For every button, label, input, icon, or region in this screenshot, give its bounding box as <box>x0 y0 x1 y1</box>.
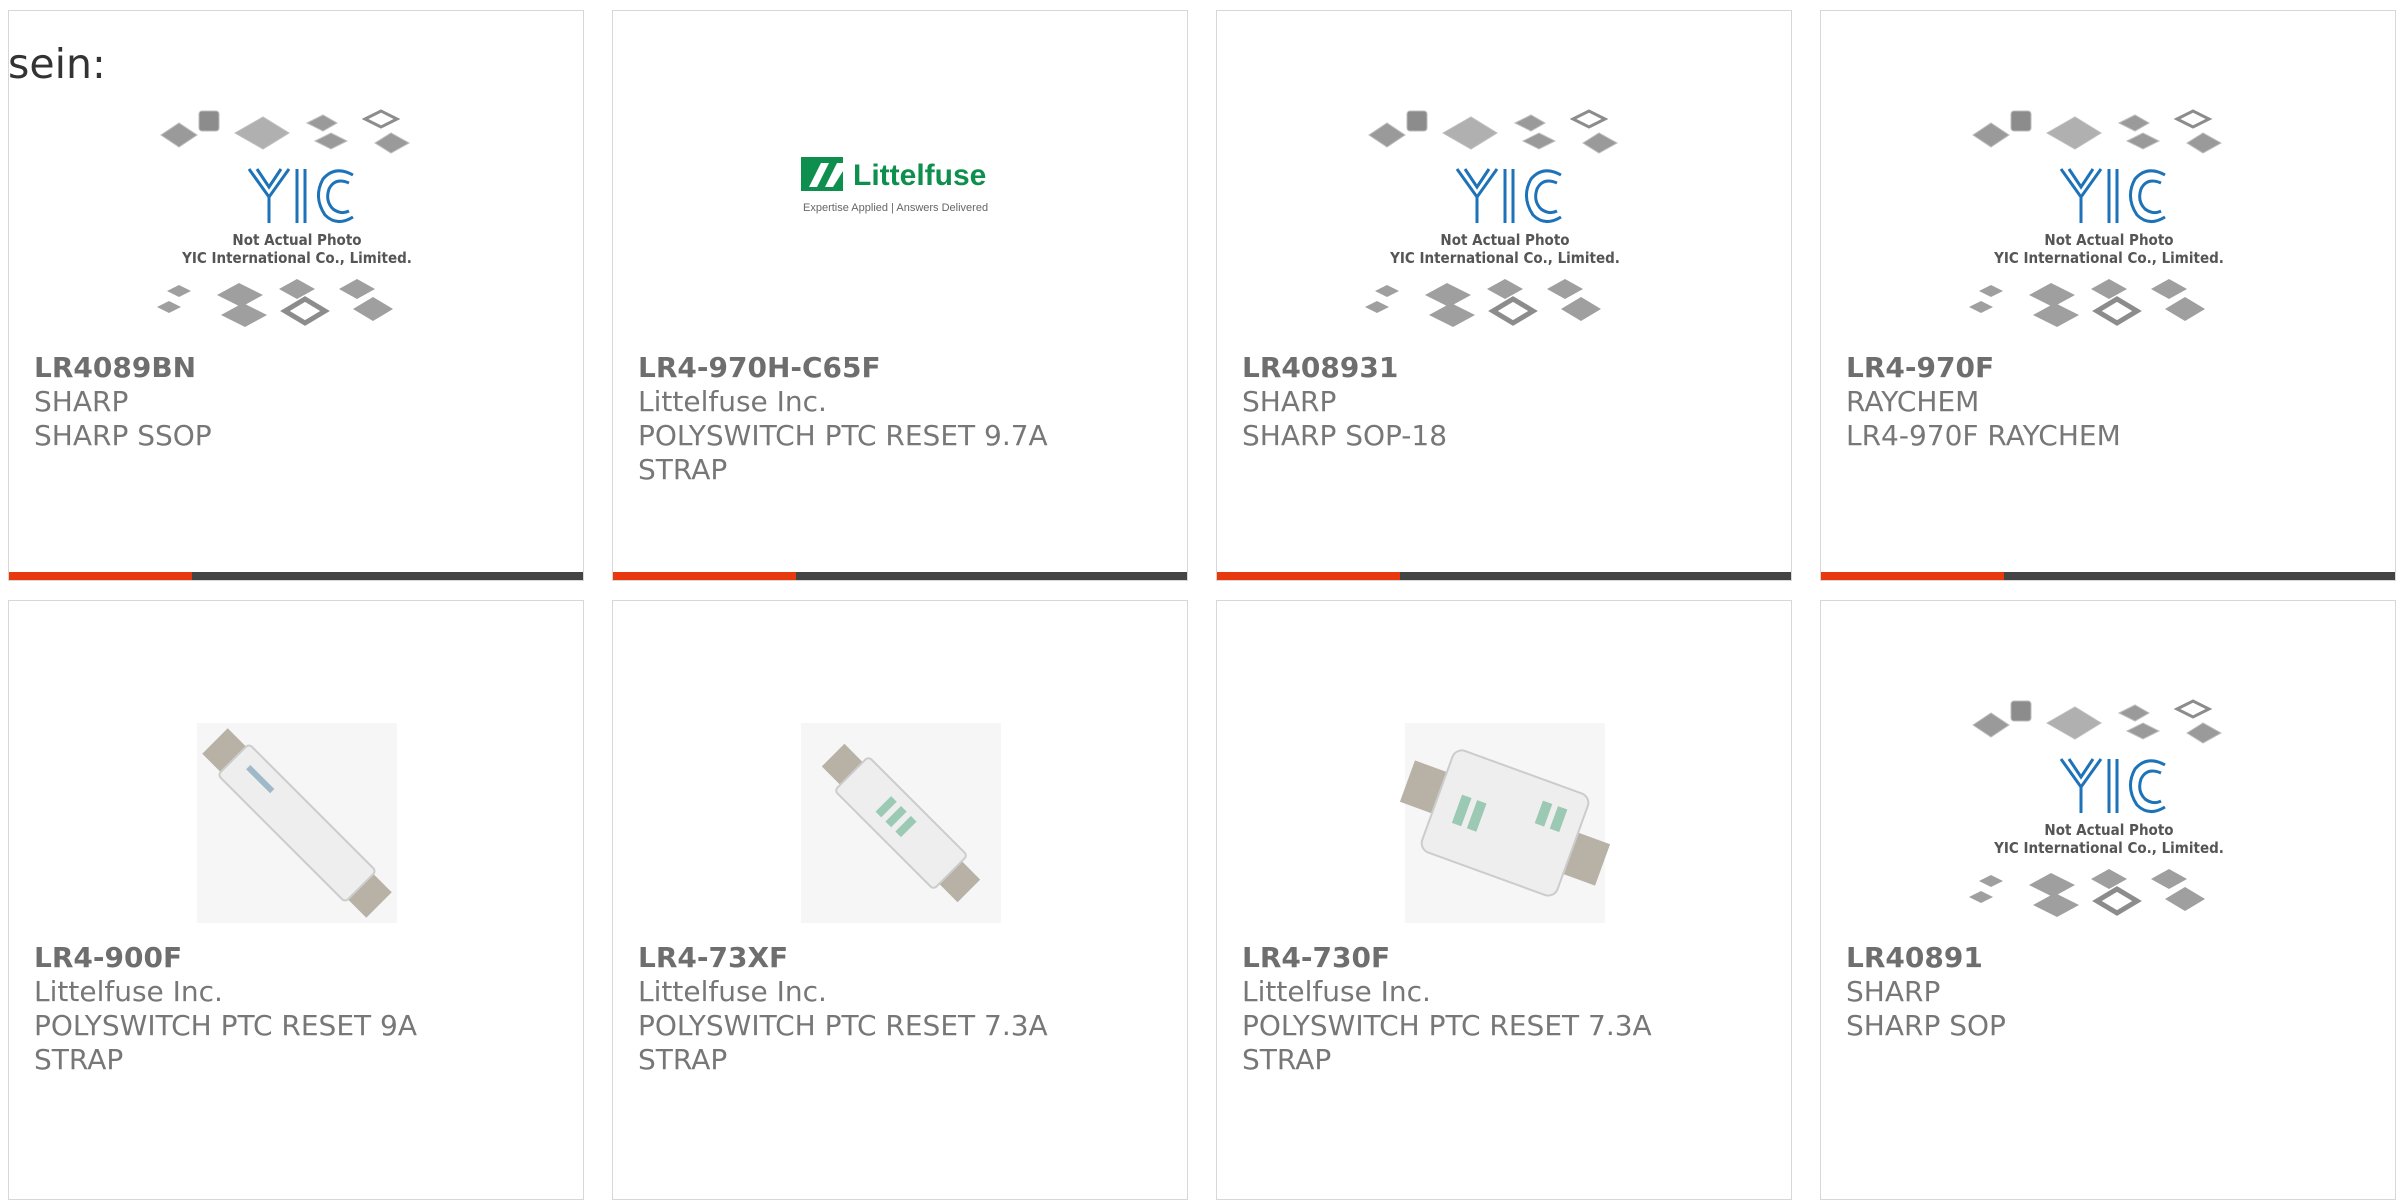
card-accent-red <box>9 572 192 580</box>
card-accent-bar <box>1217 572 1791 580</box>
littelfuse-logo: Littelfuse Expertise Applied | Answers D… <box>801 157 988 214</box>
description: POLYSWITCH PTC RESET 9A STRAP <box>34 1009 417 1076</box>
description: POLYSWITCH PTC RESET 7.3A STRAP <box>638 1009 1048 1076</box>
manufacturer: Littelfuse Inc. <box>34 975 223 1008</box>
card-accent-red <box>1217 572 1400 580</box>
image-caption-line-2: YIC International Co., Limited. <box>1389 249 1620 267</box>
part-number[interactable]: LR4-73XF <box>638 941 1158 975</box>
yic-placeholder-image[interactable]: Not Actual Photo YIC International Co., … <box>1347 93 1663 355</box>
lead-text: sein: <box>8 40 106 88</box>
svg-text:Littelfuse: Littelfuse <box>853 159 986 192</box>
part-number[interactable]: LR4-900F <box>34 941 554 975</box>
part-number[interactable]: LR4089BN <box>34 351 554 385</box>
part-number[interactable]: LR4-730F <box>1242 941 1762 975</box>
image-caption-line-1: Not Actual Photo <box>2044 231 2173 249</box>
part-number[interactable]: LR4-970F <box>1846 351 2366 385</box>
product-card[interactable]: LR4-900F Littelfuse Inc. POLYSWITCH PTC … <box>8 600 584 1200</box>
image-caption-line-1: Not Actual Photo <box>2044 821 2173 839</box>
manufacturer: Littelfuse Inc. <box>638 385 827 418</box>
image-caption-line-2: YIC International Co., Limited. <box>1993 839 2224 857</box>
product-card[interactable]: Not Actual Photo YIC International Co., … <box>8 10 584 581</box>
description: POLYSWITCH PTC RESET 9.7A STRAP <box>638 419 1048 486</box>
yic-placeholder-image[interactable]: Not Actual Photo YIC International Co., … <box>139 93 455 355</box>
svg-text:Expertise Applied | Answers De: Expertise Applied | Answers Delivered <box>803 202 988 214</box>
card-accent-bar <box>613 572 1187 580</box>
part-number[interactable]: LR4-970H-C65F <box>638 351 1158 385</box>
manufacturer: SHARP <box>1242 385 1337 418</box>
manufacturer: Littelfuse Inc. <box>1242 975 1431 1008</box>
polyswitch-strap-long-image[interactable] <box>139 683 455 945</box>
product-card[interactable]: Not Actual Photo YIC International Co., … <box>1820 600 2396 1200</box>
product-card[interactable]: LR4-73XF Littelfuse Inc. POLYSWITCH PTC … <box>612 600 1188 1200</box>
part-number[interactable]: LR408931 <box>1242 351 1762 385</box>
description: SHARP SOP <box>1846 1009 2006 1042</box>
yic-placeholder-image[interactable]: Not Actual Photo YIC International Co., … <box>1951 93 2267 355</box>
card-accent-red <box>1821 572 2004 580</box>
description: SHARP SSOP <box>34 419 212 452</box>
image-caption-line-2: YIC International Co., Limited. <box>181 249 412 267</box>
littelfuse-logo-image[interactable]: Littelfuse Expertise Applied | Answers D… <box>743 93 1059 355</box>
description: LR4-970F RAYCHEM <box>1846 419 2121 452</box>
card-accent-bar <box>1821 572 2395 580</box>
description: SHARP SOP-18 <box>1242 419 1448 452</box>
product-card[interactable]: Not Actual Photo YIC International Co., … <box>1216 10 1792 581</box>
polyswitch-strap-short-image[interactable] <box>743 683 1059 945</box>
manufacturer: SHARP <box>1846 975 1941 1008</box>
polyswitch-strap-wide-image[interactable] <box>1347 683 1663 945</box>
description: POLYSWITCH PTC RESET 7.3A STRAP <box>1242 1009 1652 1076</box>
image-caption-line-1: Not Actual Photo <box>232 231 361 249</box>
part-number[interactable]: LR40891 <box>1846 941 2366 975</box>
manufacturer: RAYCHEM <box>1846 385 1980 418</box>
card-accent-bar <box>9 572 583 580</box>
product-card[interactable]: Not Actual Photo YIC International Co., … <box>1820 10 2396 581</box>
card-accent-red <box>613 572 796 580</box>
manufacturer: Littelfuse Inc. <box>638 975 827 1008</box>
manufacturer: SHARP <box>34 385 129 418</box>
image-caption-line-1: Not Actual Photo <box>1440 231 1569 249</box>
product-card[interactable]: Littelfuse Expertise Applied | Answers D… <box>612 10 1188 581</box>
yic-placeholder-image[interactable]: Not Actual Photo YIC International Co., … <box>1951 683 2267 945</box>
image-caption-line-2: YIC International Co., Limited. <box>1993 249 2224 267</box>
product-card[interactable]: LR4-730F Littelfuse Inc. POLYSWITCH PTC … <box>1216 600 1792 1200</box>
